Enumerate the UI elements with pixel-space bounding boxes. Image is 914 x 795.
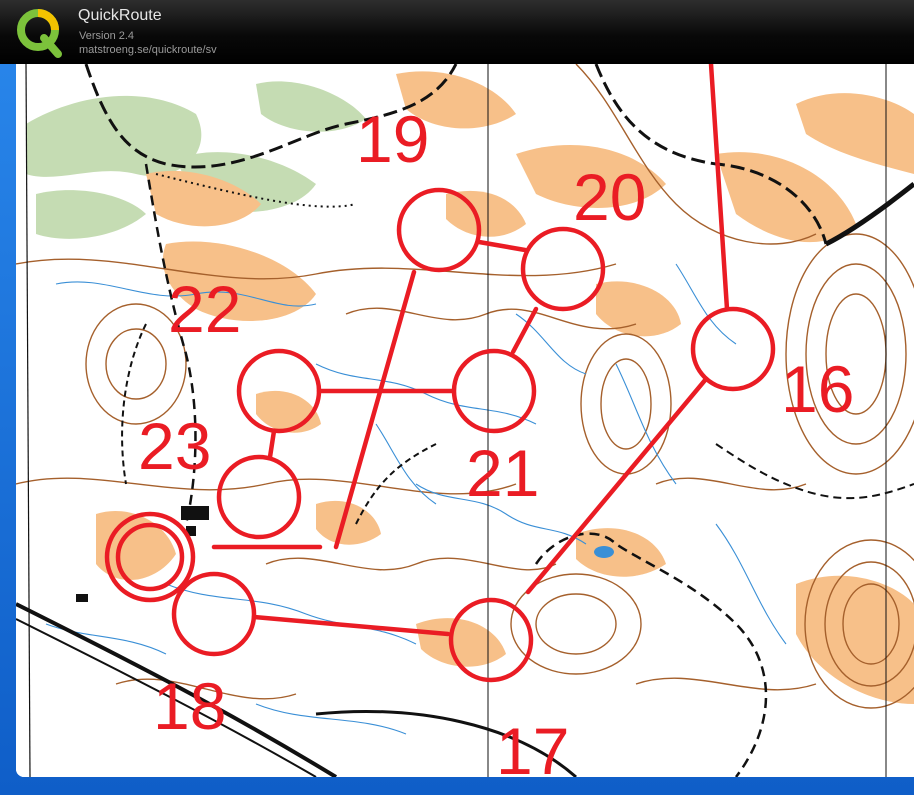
app-url: matstroeng.se/quickroute/sv: [79, 44, 217, 56]
control-number-16: 16: [781, 352, 854, 426]
control-number-19: 19: [356, 102, 429, 176]
title-bar: QuickRoute Version 2.4 matstroeng.se/qui…: [0, 0, 914, 64]
orienteering-map: 16 17 18 19 20 21 22 23: [16, 64, 914, 777]
map-view[interactable]: 16 17 18 19 20 21 22 23: [16, 64, 914, 777]
control-number-22: 22: [168, 272, 241, 346]
control-number-21: 21: [466, 436, 539, 510]
quickroute-window: QuickRoute Version 2.4 matstroeng.se/qui…: [0, 0, 914, 795]
control-number-18: 18: [153, 669, 226, 743]
app-version: Version 2.4: [79, 30, 135, 42]
app-name: QuickRoute: [78, 7, 162, 24]
control-number-23: 23: [138, 409, 211, 483]
control-number-17: 17: [496, 714, 569, 777]
control-number-20: 20: [573, 160, 646, 234]
quickroute-logo-icon: [17, 9, 62, 58]
pond: [594, 546, 614, 558]
